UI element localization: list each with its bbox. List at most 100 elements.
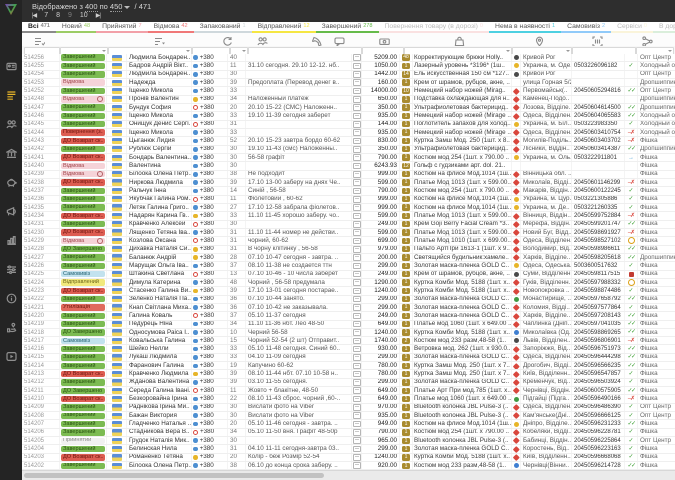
delivery-address[interactable]: Кривой Рог xyxy=(521,54,572,61)
comment-text[interactable]: 11.10 11-44 номер не действи.. xyxy=(246,229,352,236)
tracking-number[interactable]: 20450604614500 xyxy=(572,104,625,111)
table-row[interactable]: 514253ВідмоваНадежда+38039Предоплата (Пе… xyxy=(22,79,675,87)
table-row[interactable]: 514213ДО Возврат ск..Кравченко Людмила+3… xyxy=(22,370,675,378)
phone-number[interactable]: +380 xyxy=(200,246,214,253)
message-icon[interactable] xyxy=(353,379,361,386)
message-icon[interactable] xyxy=(353,437,361,444)
delivery-address[interactable]: Володимир, Від.. xyxy=(521,246,572,253)
customer-name[interactable]: Зеленко Наталія Па.. xyxy=(127,296,192,303)
status-badge[interactable]: Завершений xyxy=(61,421,105,427)
status-badge[interactable]: Самовивіз xyxy=(61,338,105,344)
phone-number[interactable]: +380 xyxy=(200,462,214,469)
table-row[interactable]: 514247ЗавершенийБундук София+3802020.10 … xyxy=(22,104,675,112)
customer-name[interactable]: Онищук Денис Сергі.. xyxy=(127,121,192,128)
delivery-address[interactable]: Миколаїв, Відді.. xyxy=(521,179,572,186)
phone-number[interactable]: +380 xyxy=(200,354,214,361)
comment-text[interactable]: Чорний 52-54 (2 шт) Отправит.. xyxy=(246,337,352,344)
phone-number[interactable]: +380 xyxy=(200,79,214,86)
table-row[interactable]: 514234ДО Возврат ск..Надарян Карина Гв..… xyxy=(22,212,675,220)
table-row[interactable]: 514215ЗавершенийЛукаш Людмила+3803304.10… xyxy=(22,354,675,362)
phone-number[interactable]: +380 xyxy=(200,121,214,128)
comment-text[interactable]: чорний, 60-62 xyxy=(246,237,352,244)
tracking-number[interactable]: 20450598986611 xyxy=(572,246,625,253)
phone-number[interactable]: +380 xyxy=(200,379,214,386)
sidebar-item-video[interactable] xyxy=(3,348,19,364)
comment-text[interactable]: Черний 56-58 xyxy=(246,329,352,336)
tracking-number[interactable]: 20450603403702 xyxy=(572,137,625,144)
table-row[interactable]: 514209ЗавершенийРаднікова Ірина Ми..+380… xyxy=(22,404,675,412)
customer-name[interactable]: Людмила Бондарен.. xyxy=(127,54,192,61)
tracking-number[interactable]: 20450600122245 xyxy=(572,187,625,194)
message-icon[interactable] xyxy=(353,446,361,453)
delivery-address[interactable]: Одеса, Відділен.. xyxy=(521,112,572,119)
comment-text[interactable]: 56-58 графіт xyxy=(246,154,352,161)
message-icon[interactable] xyxy=(353,171,361,178)
lp-crm-logo[interactable] xyxy=(4,3,18,16)
tracking-number[interactable]: 0503222911801 xyxy=(572,154,625,161)
tracking-number[interactable]: 0503226096182 xyxy=(572,62,625,69)
phone-number[interactable]: +380 xyxy=(200,420,214,427)
horizontal-scrollbar[interactable] xyxy=(22,470,675,480)
message-icon[interactable] xyxy=(353,213,361,220)
range-from[interactable]: 400 xyxy=(85,2,98,12)
table-row[interactable]: 514206ЗавершенийСтадникова Вера В..+3803… xyxy=(22,429,675,437)
phone-number[interactable]: +380 xyxy=(200,304,214,311)
comment-text[interactable]: 08.10 11-44 нбт. 07.10 10-58 н.. xyxy=(246,370,352,377)
tracking-number[interactable]: 20450598117515 xyxy=(572,271,625,278)
table-row[interactable]: 514214ЗавершенийФаранович Галина+38019Ка… xyxy=(22,362,675,370)
status-badge[interactable]: Завершений xyxy=(61,379,105,385)
message-icon[interactable] xyxy=(353,271,361,278)
tracking-number[interactable]: 20450597041035 xyxy=(572,321,625,328)
tracking-number[interactable]: 0503221260335 xyxy=(572,204,625,211)
status-badge[interactable]: Завершений xyxy=(61,221,105,227)
tracking-number[interactable]: 20450603414387 xyxy=(572,146,625,153)
status-badge[interactable]: Відмова xyxy=(61,96,105,102)
product-name[interactable]: Платье Мод 1013 (1шт. х 599.00.. xyxy=(413,212,512,219)
table-row[interactable]: 514226ЗавершенийМарущак Ольга Іва..+3803… xyxy=(22,262,675,270)
message-icon[interactable] xyxy=(353,412,361,419)
sidebar-item-idcard[interactable] xyxy=(3,58,19,74)
status-badge[interactable]: Завершений xyxy=(61,413,105,419)
delivery-address[interactable]: Харків, Відділе.. xyxy=(521,254,572,261)
tab-Прийнятий[interactable]: Прийнятий7 xyxy=(96,22,148,33)
customer-name[interactable]: Педурець Ніна xyxy=(127,321,192,328)
product-name[interactable]: Костюм на флисе Мод.1014 (1ш.. xyxy=(413,171,512,178)
chevron-down-icon[interactable] xyxy=(186,50,190,52)
delivery-address[interactable]: улица Горная 5/2 xyxy=(521,79,572,86)
tracking-number[interactable]: 20450604065583 xyxy=(572,112,625,119)
customer-name[interactable]: Якубчак Галина Ром.. xyxy=(127,196,192,203)
product-name[interactable]: Куртка Комби Мод. 5188 (1шт. х.. xyxy=(413,329,512,336)
comment-text[interactable]: 20.10 15-22 (СМС) Наложенн.. xyxy=(246,104,352,111)
status-badge[interactable]: Відмова xyxy=(61,163,105,169)
product-name[interactable]: Крем от шрамов, рубцов, акне, .. xyxy=(413,79,512,86)
comment-text[interactable]: В чорну клітинку , 56-58 xyxy=(246,246,352,253)
phone-number[interactable]: +380 xyxy=(200,104,214,111)
delivery-address[interactable]: Могилів-Поділь.. xyxy=(521,137,572,144)
message-icon[interactable] xyxy=(353,304,361,311)
customer-name[interactable]: Валентина xyxy=(127,162,192,169)
comment-text[interactable]: Колір - беж Розмір 52-54 xyxy=(246,454,352,461)
product-name[interactable]: Ультрафиолетовая бактерицид.. xyxy=(413,104,512,111)
comment-text[interactable] xyxy=(246,129,352,136)
phone-number[interactable]: +380 xyxy=(200,112,214,119)
product-name[interactable]: Подставка охлаждающая для н.. xyxy=(413,96,512,103)
tracking-number[interactable]: 20450597577864 xyxy=(572,304,625,311)
delivery-address[interactable]: Вінницька обл. .. xyxy=(521,171,572,178)
table-row[interactable]: 514221УтилізаціяКнап Світлана Миха..+380… xyxy=(22,304,675,312)
delivery-address[interactable]: Миколаївка (Од.. xyxy=(521,329,572,336)
delivery-address[interactable]: Одеса, Відділен.. xyxy=(521,354,572,361)
tracking-number[interactable]: 20450598527102 xyxy=(572,237,625,244)
status-badge[interactable]: ДО Завершено xyxy=(61,246,105,252)
comment-text[interactable] xyxy=(246,221,352,228)
tracking-number[interactable]: 20450596231233 xyxy=(572,420,625,427)
table-row[interactable]: 514244Повернення (з..Іщенко Микола+38033… xyxy=(22,129,675,137)
comment-text[interactable]: 11.10 11-36 нбт. Лео 48-50 xyxy=(246,321,352,328)
sidebar-item-orders[interactable] xyxy=(3,87,19,103)
comment-text[interactable] xyxy=(246,162,352,169)
tracking-number[interactable]: 20450596666125 xyxy=(572,412,625,419)
tab-Всі[interactable]: Всі471 xyxy=(22,22,56,33)
table-row[interactable]: 514237ЗавершенийРальчук Інна+38014Синій … xyxy=(22,187,675,195)
tracking-number[interactable]: 20450597658792 xyxy=(572,296,625,303)
sidebar-item-chart[interactable] xyxy=(3,232,19,248)
message-icon[interactable] xyxy=(353,129,361,136)
